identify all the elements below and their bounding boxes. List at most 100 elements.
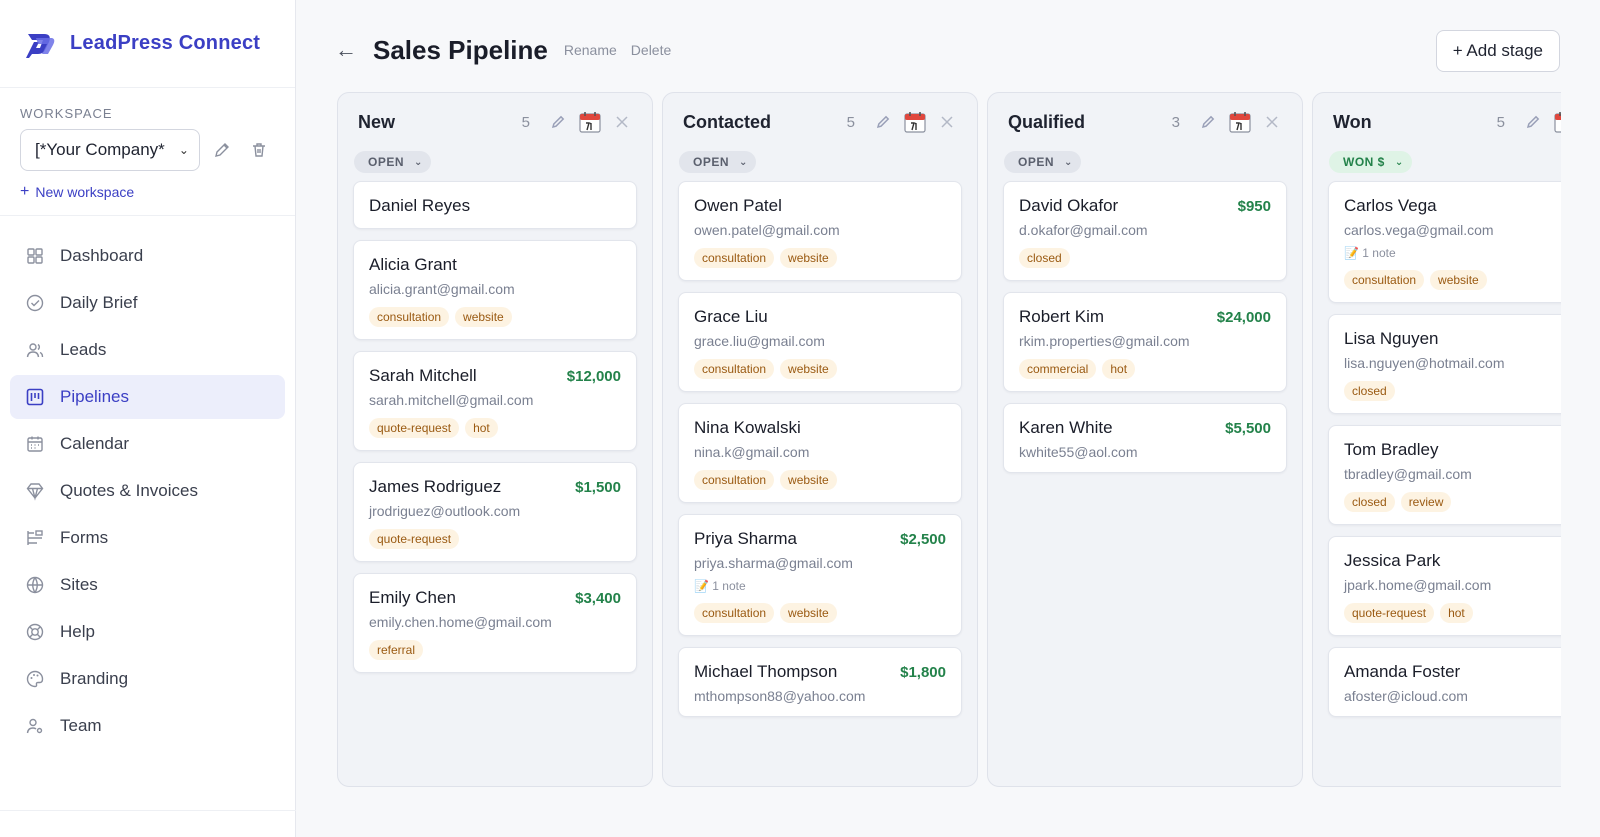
lead-card[interactable]: James Rodriguez $1,500 jrodriguez@outlook.… — [353, 462, 637, 562]
stage-status-select[interactable]: WON $ ⌄ — [1329, 151, 1412, 173]
close-stage-button[interactable] — [1260, 110, 1284, 134]
lead-card[interactable]: Nina Kowalski nina.k@gmail.com consultatio… — [678, 403, 962, 503]
stage-status-select[interactable]: OPEN ⌄ — [1004, 151, 1081, 173]
delete-link[interactable]: Delete — [631, 42, 671, 58]
sidebar-item-quotes-invoices[interactable]: Quotes & Invoices — [10, 469, 285, 513]
sidebar-item-branding[interactable]: Branding — [10, 657, 285, 701]
lead-card[interactable]: Amanda Foster afoster@icloud.com — [1328, 647, 1561, 717]
lead-tag[interactable]: consultation — [369, 307, 450, 327]
close-stage-button[interactable] — [935, 110, 959, 134]
lead-tag[interactable]: closed — [1344, 492, 1395, 512]
stage-header: Contacted 5 — [663, 93, 977, 151]
lead-tag[interactable]: closed — [1344, 381, 1395, 401]
lead-tag[interactable]: website — [1430, 270, 1487, 290]
lead-amount: $24,000 — [1216, 309, 1271, 326]
lead-tag[interactable]: consultation — [694, 470, 775, 490]
stage-count: 5 — [521, 113, 530, 131]
lead-card-header: Daniel Reyes — [369, 196, 621, 216]
lead-tag[interactable]: quote-request — [369, 418, 460, 438]
workspace-row: [*Your Company* ⌄ — [20, 129, 275, 171]
lead-card[interactable]: Sarah Mitchell $12,000 sarah.mitchell@gmai… — [353, 351, 637, 451]
chevron-down-icon: ⌄ — [1064, 156, 1073, 168]
lead-tag[interactable]: closed — [1019, 248, 1070, 268]
lead-tag[interactable]: website — [455, 307, 512, 327]
edit-workspace-button[interactable] — [206, 134, 238, 166]
lead-card-header: Emily Chen $3,400 — [369, 588, 621, 608]
lead-email: jpark.home@gmail.com — [1344, 577, 1492, 593]
stage-status-label: OPEN — [368, 155, 405, 169]
sidebar-item-daily-brief[interactable]: Daily Brief — [10, 281, 285, 325]
rename-link[interactable]: Rename — [564, 42, 617, 58]
lead-card-header: Priya Sharma $2,500 — [694, 529, 946, 549]
brand[interactable]: LeadPress Connect — [0, 0, 295, 88]
lead-card[interactable]: Emily Chen $3,400 emily.chen.home@gmail.co… — [353, 573, 637, 673]
lead-tag[interactable]: website — [780, 359, 837, 379]
lead-tag[interactable]: quote-request — [1344, 603, 1435, 623]
stage-count: 3 — [1171, 113, 1180, 131]
pipeline-board: New 5 OPEN ⌄ Daniel Reyes Alicia Grant al… — [337, 92, 1561, 787]
sidebar-item-calendar[interactable]: Calendar — [10, 422, 285, 466]
edit-stage-button[interactable] — [1196, 110, 1220, 134]
new-workspace-link[interactable]: + New workspace — [20, 183, 134, 201]
lead-email: kwhite55@aol.com — [1019, 444, 1138, 460]
lead-card[interactable]: Alicia Grant alicia.grant@gmail.com consul… — [353, 240, 637, 340]
lead-tag[interactable]: hot — [465, 418, 498, 438]
sidebar-item-sites[interactable]: Sites — [10, 563, 285, 607]
sidebar-item-pipelines[interactable]: Pipelines — [10, 375, 285, 419]
lead-tag[interactable]: website — [780, 248, 837, 268]
lead-tag[interactable]: consultation — [694, 359, 775, 379]
lead-card[interactable]: Michael Thompson $1,800 mthompson88@yahoo.… — [678, 647, 962, 717]
lead-card-header: James Rodriguez $1,500 — [369, 477, 621, 497]
pencil-icon — [1201, 115, 1215, 129]
lead-name: Karen White — [1019, 418, 1113, 437]
lead-email: emily.chen.home@gmail.com — [369, 614, 552, 630]
stage-calendar-button[interactable] — [901, 110, 929, 134]
lead-card[interactable]: Jessica Park jpark.home@gmail.com quote-re… — [1328, 536, 1561, 636]
lead-tag[interactable]: consultation — [694, 248, 775, 268]
sidebar-item-forms[interactable]: Forms — [10, 516, 285, 560]
stage-header: Qualified 3 — [988, 93, 1302, 151]
lead-card[interactable]: Owen Patel owen.patel@gmail.com consultati… — [678, 181, 962, 281]
sidebar-item-leads[interactable]: Leads — [10, 328, 285, 372]
lead-note-count: 📝 1 note — [694, 579, 746, 593]
stage-calendar-button[interactable] — [1226, 110, 1254, 134]
lead-tag[interactable]: website — [780, 470, 837, 490]
lead-tag[interactable]: referral — [369, 640, 424, 660]
lead-card-header: Jessica Park — [1344, 551, 1561, 571]
lead-card[interactable]: Robert Kim $24,000 rkim.properties@gmail.c… — [1003, 292, 1287, 392]
sidebar-item-label: Quotes & Invoices — [60, 481, 198, 500]
lead-amount: $950 — [1237, 198, 1271, 215]
stage-status-select[interactable]: OPEN ⌄ — [354, 151, 431, 173]
back-arrow-icon[interactable]: ← — [335, 37, 357, 63]
lead-card[interactable]: David Okafor $950 d.okafor@gmail.com closed — [1003, 181, 1287, 281]
workspace-select[interactable]: [*Your Company* ⌄ — [20, 129, 200, 171]
lead-tag[interactable]: website — [780, 603, 837, 623]
add-stage-button[interactable]: + Add stage — [1435, 30, 1560, 72]
lead-card[interactable]: Lisa Nguyen lisa.nguyen@hotmail.com closed — [1328, 314, 1561, 414]
edit-stage-button[interactable] — [871, 110, 895, 134]
sidebar-item-dashboard[interactable]: Dashboard — [10, 234, 285, 278]
lead-tag[interactable]: consultation — [1344, 270, 1425, 290]
lead-card[interactable]: Karen White $5,500 kwhite55@aol.com — [1003, 403, 1287, 473]
lead-tag[interactable]: commercial — [1019, 359, 1097, 379]
sidebar-item-team[interactable]: Team — [10, 704, 285, 748]
sidebar-item-help[interactable]: Help — [10, 610, 285, 654]
edit-stage-button[interactable] — [546, 110, 570, 134]
lead-card[interactable]: Daniel Reyes — [353, 181, 637, 229]
edit-stage-button[interactable] — [1521, 110, 1545, 134]
lead-card[interactable]: Tom Bradley tbradley@gmail.com closed revie… — [1328, 425, 1561, 525]
stage-calendar-button[interactable] — [1551, 110, 1561, 134]
lead-tag[interactable]: quote-request — [369, 529, 460, 549]
lead-card[interactable]: Priya Sharma $2,500 priya.sharma@gmail.com… — [678, 514, 962, 636]
delete-workspace-button[interactable] — [243, 134, 275, 166]
lead-tag[interactable]: consultation — [694, 603, 775, 623]
lead-card[interactable]: Carlos Vega carlos.vega@gmail.com 📝 1 note… — [1328, 181, 1561, 303]
lead-card[interactable]: Grace Liu grace.liu@gmail.com consultation… — [678, 292, 962, 392]
lead-tag[interactable]: hot — [1102, 359, 1136, 379]
lead-tags: quote-request — [369, 529, 621, 549]
lead-tag[interactable]: hot — [1440, 603, 1473, 623]
stage-calendar-button[interactable] — [576, 110, 604, 134]
lead-tag[interactable]: review — [1400, 492, 1452, 512]
stage-status-select[interactable]: OPEN ⌄ — [679, 151, 756, 173]
close-stage-button[interactable] — [610, 110, 634, 134]
